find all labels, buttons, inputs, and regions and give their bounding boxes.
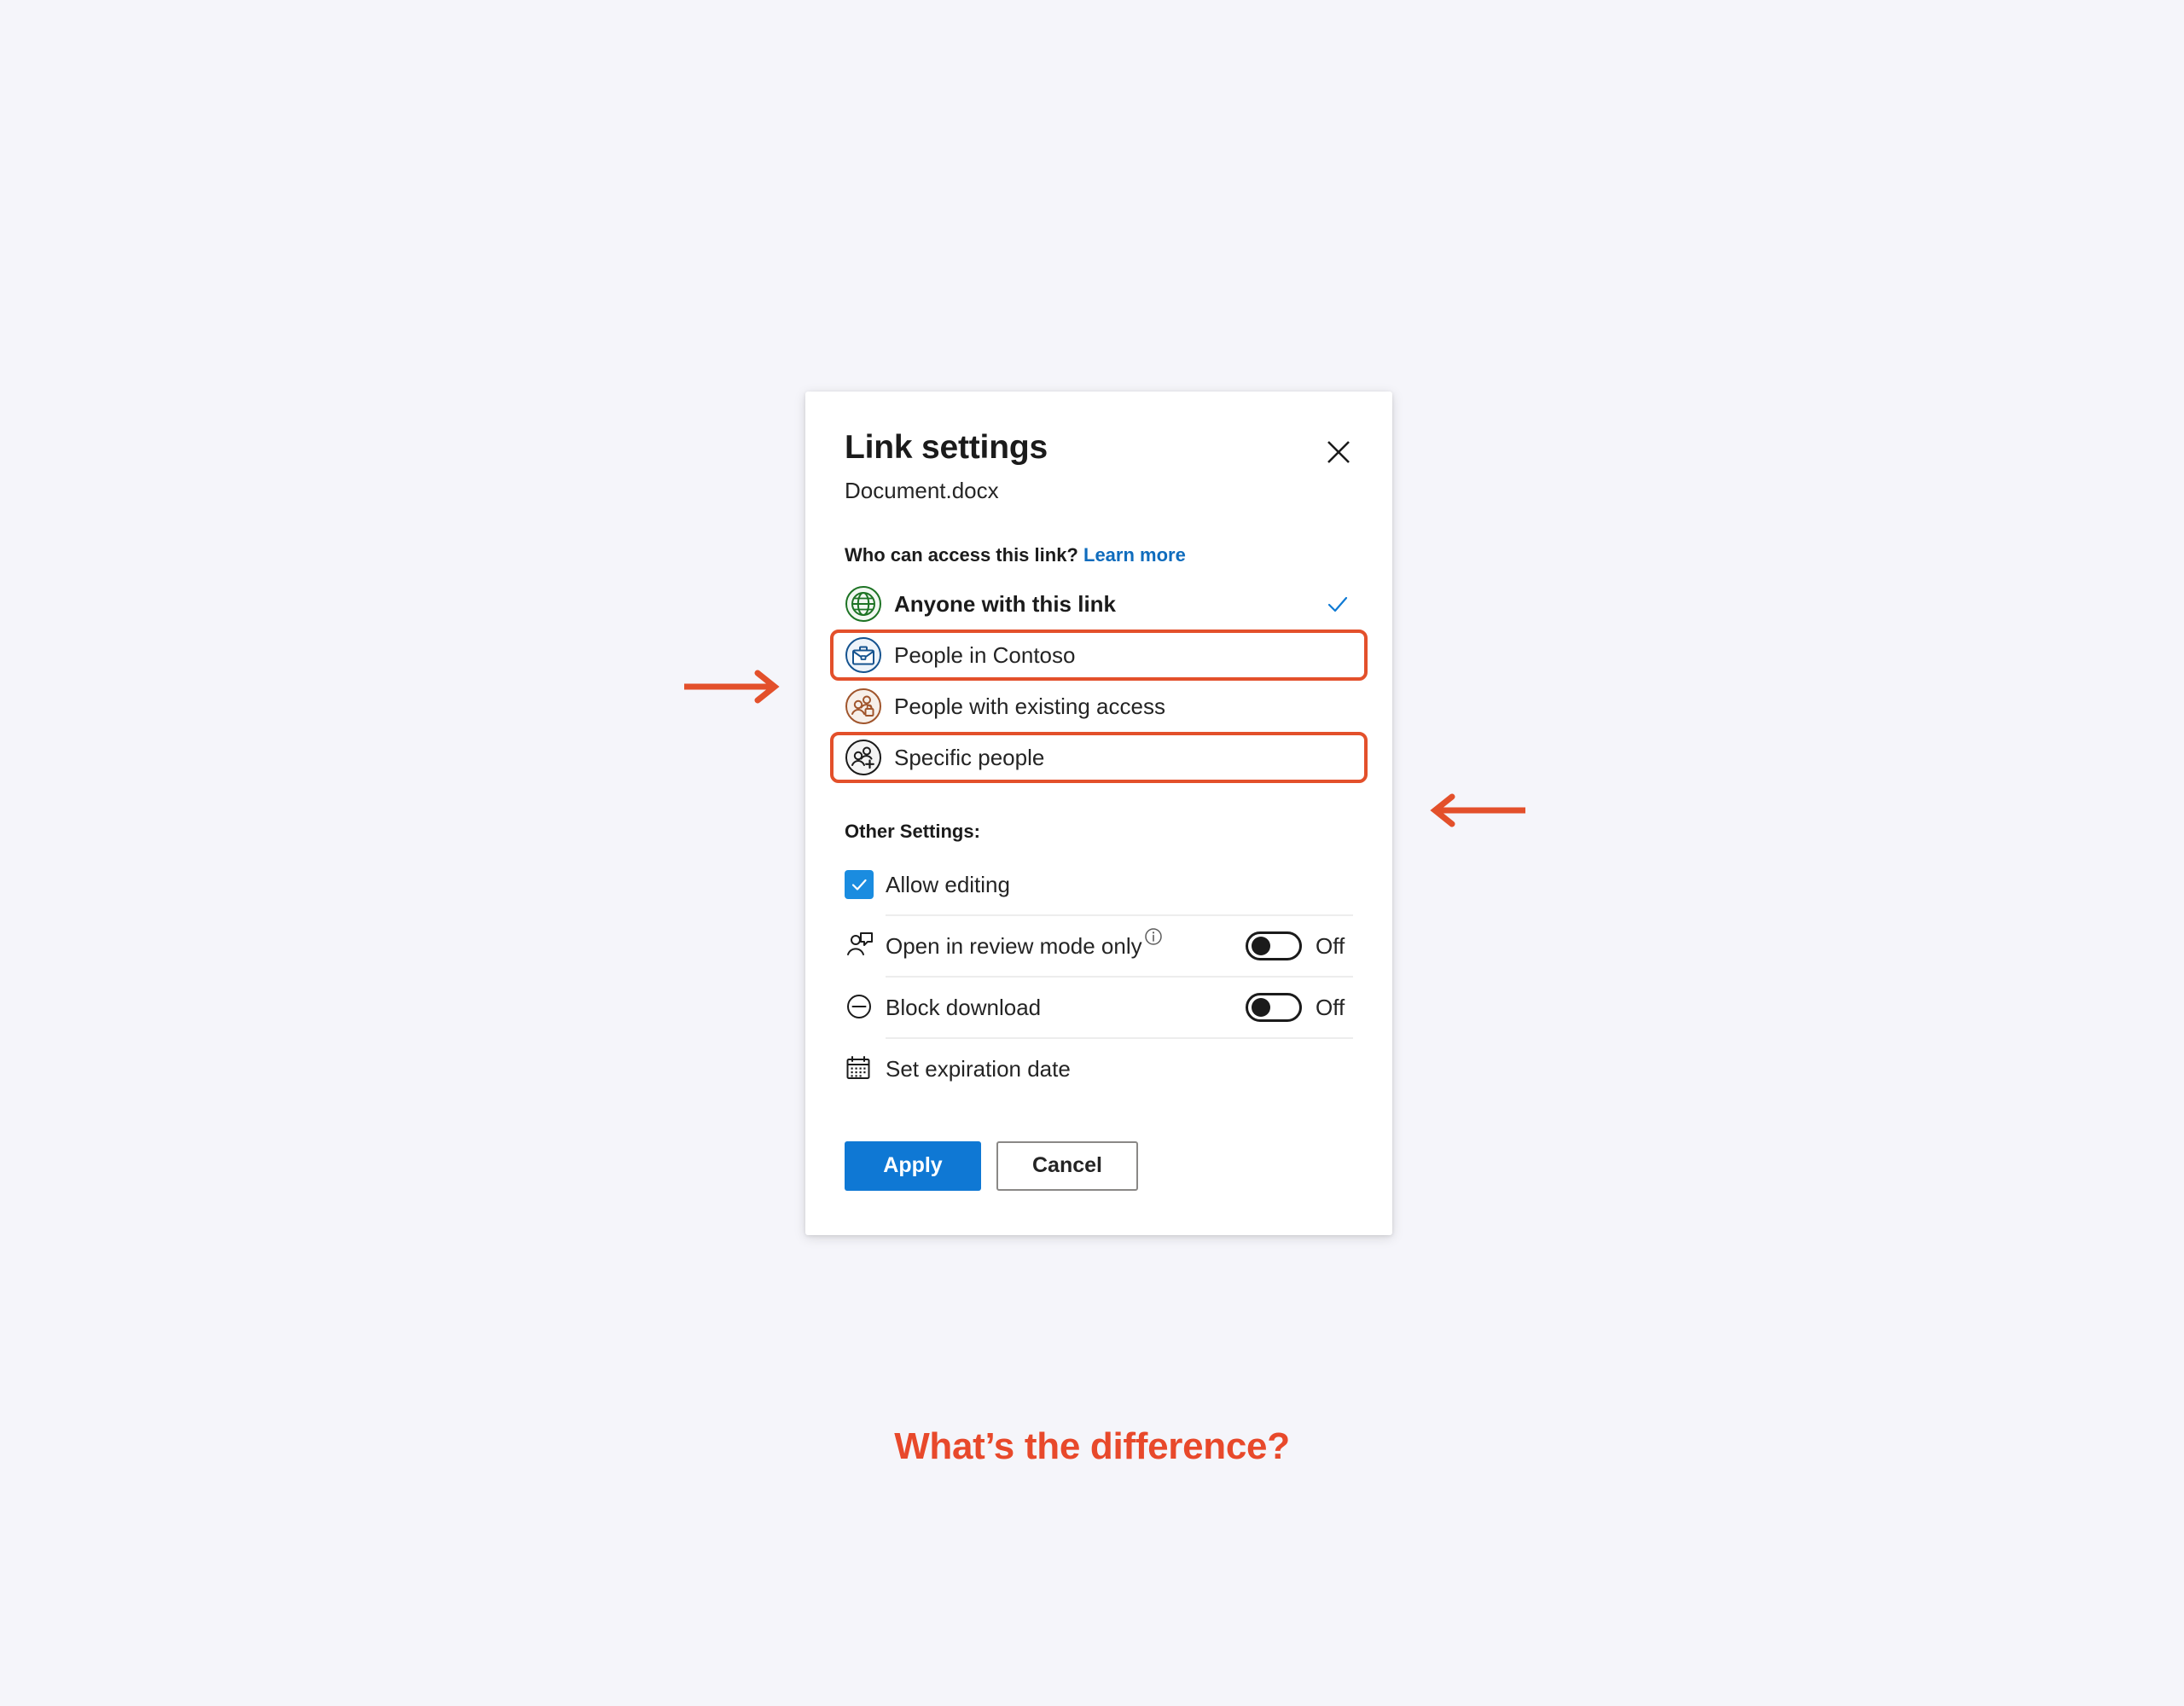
- setting-row-block-download: Block download Off: [845, 975, 1353, 1037]
- setting-lead: [845, 869, 886, 899]
- setting-label: Block download: [886, 994, 1042, 1020]
- setting-row-allow-editing: Allow editing: [845, 855, 1353, 914]
- setting-lead: [845, 930, 886, 960]
- access-option-specific-people[interactable]: Specific people: [830, 731, 1368, 783]
- access-question-text: Who can access this link?: [845, 543, 1078, 566]
- access-option-people-with-existing-access[interactable]: People with existing access: [830, 681, 1368, 732]
- setting-body: Open in review mode only Off: [886, 914, 1353, 976]
- review-mode-toggle[interactable]: [1246, 931, 1302, 960]
- toggle-knob: [1252, 936, 1270, 955]
- person-comment-icon: [847, 931, 873, 955]
- setting-label: Allow editing: [886, 871, 1010, 897]
- arrow-to-people-in-contoso: [684, 670, 780, 704]
- access-option-label: Anyone with this link: [894, 590, 1117, 617]
- other-settings-list: Allow editing Open in review mode only O…: [845, 855, 1353, 1099]
- people-add-icon: [845, 739, 881, 775]
- checkbox-checked-icon: [851, 879, 867, 891]
- setting-label: Set expiration date: [886, 1055, 1071, 1082]
- dialog-subtitle: Document.docx: [845, 478, 999, 503]
- setting-body: Allow editing: [886, 855, 1353, 914]
- access-question: Who can access this link? Learn more: [845, 544, 1353, 566]
- cancel-button[interactable]: Cancel: [996, 1140, 1138, 1191]
- close-icon: [1327, 441, 1350, 463]
- access-options-list: Anyone with this link People in Contoso: [830, 578, 1368, 783]
- learn-more-link[interactable]: Learn more: [1083, 544, 1186, 566]
- calendar-icon: [846, 1055, 870, 1079]
- block-download-toggle[interactable]: [1246, 992, 1302, 1022]
- dialog-header: Link settings Document.docx: [845, 431, 1353, 503]
- arrow-to-specific-people: [1430, 793, 1525, 827]
- checkmark-icon: [1327, 596, 1348, 612]
- briefcase-icon: [845, 636, 881, 673]
- info-circle-icon[interactable]: [1144, 927, 1163, 950]
- setting-control: Off: [1246, 992, 1353, 1022]
- setting-lead: [845, 992, 886, 1021]
- people-lock-icon: [845, 688, 881, 724]
- toggle-knob: [1252, 997, 1270, 1017]
- setting-label: Open in review mode only: [886, 932, 1142, 959]
- setting-body: Set expiration date: [886, 1036, 1353, 1099]
- globe-icon: [845, 585, 881, 622]
- block-circle-icon: [847, 994, 871, 1018]
- page-caption: What’s the difference?: [894, 1425, 1290, 1467]
- dialog-title: Link settings: [845, 429, 1048, 466]
- dialog-footer: Apply Cancel: [845, 1140, 1353, 1191]
- allow-editing-checkbox[interactable]: [845, 869, 874, 899]
- access-option-label: People with existing access: [894, 693, 1165, 719]
- setting-lead: [845, 1054, 886, 1082]
- apply-button[interactable]: Apply: [845, 1140, 981, 1191]
- setting-row-set-expiration-date[interactable]: Set expiration date: [845, 1036, 1353, 1099]
- link-settings-dialog: Link settings Document.docx Who can acce…: [805, 392, 1392, 1235]
- access-option-anyone-with-this-link[interactable]: Anyone with this link: [830, 578, 1368, 630]
- setting-control: Off: [1246, 931, 1353, 960]
- setting-row-open-in-review-mode-only: Open in review mode only Off: [845, 914, 1353, 976]
- access-option-people-in-contoso[interactable]: People in Contoso: [830, 629, 1368, 681]
- other-settings-heading: Other Settings:: [845, 820, 980, 842]
- access-option-label: Specific people: [894, 744, 1045, 770]
- access-option-label: People in Contoso: [894, 641, 1076, 668]
- toggle-state-label: Off: [1316, 994, 1345, 1020]
- close-button[interactable]: [1319, 432, 1358, 472]
- toggle-state-label: Off: [1316, 932, 1345, 959]
- setting-body: Block download Off: [886, 975, 1353, 1037]
- dialog-header-text: Link settings Document.docx: [845, 431, 1048, 503]
